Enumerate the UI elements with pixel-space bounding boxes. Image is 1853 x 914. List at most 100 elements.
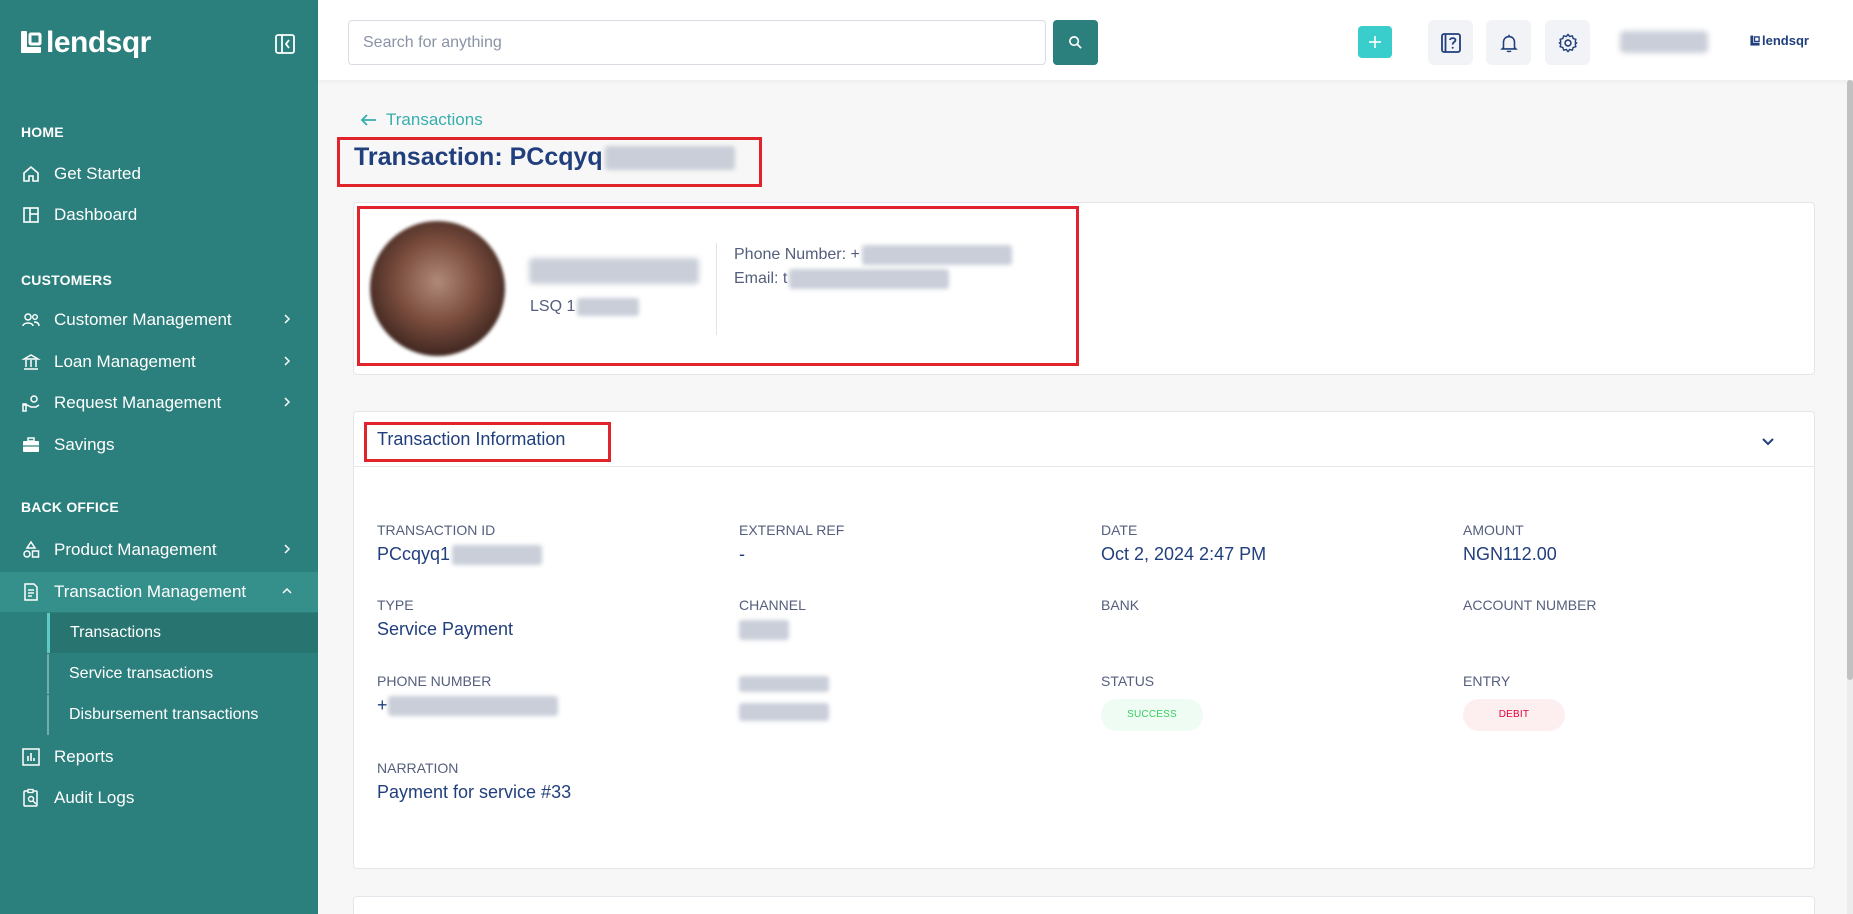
field-label: NARRATION bbox=[377, 760, 459, 776]
field-label: TYPE bbox=[377, 597, 414, 613]
org-logo: lendsqr bbox=[1750, 33, 1809, 48]
sidebar-item-label: Product Management bbox=[54, 540, 217, 559]
redacted-value bbox=[739, 703, 829, 721]
sidebar-subitem-service-transactions[interactable]: Service transactions bbox=[47, 654, 318, 694]
redacted-field-value bbox=[739, 703, 829, 721]
section-customers: CUSTOMERS bbox=[21, 272, 112, 288]
field-value: Oct 2, 2024 2:47 PM bbox=[1101, 544, 1267, 564]
sidebar-item-reports[interactable]: Reports bbox=[0, 737, 318, 777]
search-input[interactable] bbox=[348, 20, 1046, 65]
redacted-label bbox=[739, 675, 829, 693]
back-link-label: Transactions bbox=[386, 110, 483, 129]
redacted-value bbox=[387, 696, 558, 717]
field-bank: BANK bbox=[1101, 597, 1139, 619]
gear-icon bbox=[1558, 33, 1577, 52]
scrollbar-thumb[interactable] bbox=[1847, 80, 1853, 680]
field-value: Service Payment bbox=[377, 619, 514, 639]
transaction-id-value: PCcqyq1 bbox=[377, 544, 451, 564]
field-label: ENTRY bbox=[1463, 673, 1511, 689]
sidebar-item-label: Loan Management bbox=[54, 352, 196, 371]
field-label: CHANNEL bbox=[739, 597, 806, 613]
field-label: STATUS bbox=[1101, 673, 1155, 689]
sidebar-subitem-label: Transactions bbox=[70, 624, 161, 641]
sidebar-item-label: Dashboard bbox=[54, 205, 138, 224]
field-external-ref: EXTERNAL REF - bbox=[739, 522, 844, 565]
field-channel: CHANNEL bbox=[739, 597, 806, 641]
highlight-box-profile bbox=[357, 206, 1079, 366]
user-name-redacted[interactable] bbox=[1620, 31, 1708, 53]
section-back-office: BACK OFFICE bbox=[21, 499, 119, 515]
help-button[interactable] bbox=[1428, 20, 1473, 65]
chevron-right-icon bbox=[284, 314, 291, 324]
chevron-right-icon bbox=[284, 356, 291, 366]
field-label: AMOUNT bbox=[1463, 522, 1524, 538]
brand-logo[interactable]: lendsqr bbox=[20, 26, 151, 60]
field-value: - bbox=[739, 544, 745, 564]
sidebar-item-product-management[interactable]: Product Management bbox=[0, 530, 318, 570]
dashboard-icon bbox=[21, 205, 41, 225]
chevron-up-icon bbox=[282, 587, 292, 594]
sidebar-item-request-management[interactable]: Request Management bbox=[0, 383, 318, 423]
settings-button[interactable] bbox=[1545, 20, 1590, 65]
sidebar-subitem-label: Disbursement transactions bbox=[69, 706, 259, 723]
section-home: HOME bbox=[21, 124, 64, 140]
sidebar-item-customer-management[interactable]: Customer Management bbox=[0, 300, 318, 340]
sidebar-item-savings[interactable]: Savings bbox=[0, 425, 318, 465]
bar-chart-icon bbox=[21, 747, 41, 767]
hand-money-icon bbox=[21, 393, 41, 413]
add-button[interactable] bbox=[1358, 26, 1392, 58]
next-card bbox=[353, 896, 1815, 914]
briefcase-icon bbox=[21, 435, 41, 455]
sidebar-item-transaction-management[interactable]: Transaction Management bbox=[0, 572, 318, 612]
sidebar-subitem-transactions[interactable]: Transactions bbox=[47, 613, 318, 653]
field-transaction-id: TRANSACTION ID PCcqyq1 bbox=[377, 522, 543, 566]
field-status: STATUS SUCCESS bbox=[1101, 673, 1203, 731]
brand-name: lendsqr bbox=[46, 26, 151, 59]
lendsqr-logo-icon bbox=[21, 31, 42, 53]
transaction-information-card: Transaction Information TRANSACTION ID P… bbox=[353, 411, 1815, 869]
shapes-icon bbox=[21, 540, 41, 560]
sidebar: lendsqr HOME Get Started Dashboard CUSTO… bbox=[0, 0, 318, 914]
chevron-down-icon[interactable] bbox=[1760, 434, 1776, 450]
field-type: TYPE Service Payment bbox=[377, 597, 513, 640]
redacted-value bbox=[739, 620, 789, 641]
sidebar-item-label: Transaction Management bbox=[54, 582, 247, 601]
phone-number-value: + bbox=[377, 695, 388, 715]
field-label: DATE bbox=[1101, 522, 1138, 538]
arrow-left-icon bbox=[360, 114, 376, 126]
home-icon bbox=[21, 164, 41, 184]
field-value: + bbox=[377, 695, 558, 717]
sidebar-item-loan-management[interactable]: Loan Management bbox=[0, 342, 318, 382]
notifications-button[interactable] bbox=[1486, 20, 1531, 65]
search-icon bbox=[1069, 36, 1082, 49]
field-label: ACCOUNT NUMBER bbox=[1463, 597, 1597, 613]
field-label: TRANSACTION ID bbox=[377, 522, 496, 538]
field-value: PCcqyq1 bbox=[377, 544, 543, 566]
highlight-box-title bbox=[337, 137, 762, 187]
redacted-value bbox=[452, 545, 543, 566]
help-icon bbox=[1440, 32, 1461, 53]
sidebar-item-label: Request Management bbox=[54, 393, 222, 412]
sidebar-subitem-disbursement-transactions[interactable]: Disbursement transactions bbox=[47, 695, 318, 735]
field-account-number: ACCOUNT NUMBER bbox=[1463, 597, 1597, 619]
field-date: DATE Oct 2, 2024 2:47 PM bbox=[1101, 522, 1266, 565]
back-to-transactions-link[interactable]: Transactions bbox=[360, 110, 483, 130]
field-phone-number: PHONE NUMBER + bbox=[377, 673, 558, 717]
chevron-right-icon bbox=[284, 397, 291, 407]
sidebar-item-label: Savings bbox=[54, 435, 115, 454]
sidebar-item-audit-logs[interactable]: Audit Logs bbox=[0, 778, 318, 818]
field-amount: AMOUNT NGN112.00 bbox=[1463, 522, 1557, 565]
sidebar-collapse-icon[interactable] bbox=[274, 33, 296, 55]
field-narration: NARRATION Payment for service #33 bbox=[377, 760, 571, 803]
bank-icon bbox=[21, 352, 41, 372]
chevron-right-icon bbox=[284, 544, 291, 554]
highlight-box-section-title bbox=[364, 422, 611, 462]
field-value: Payment for service #33 bbox=[377, 782, 572, 802]
redacted-value bbox=[739, 675, 829, 692]
field-label: EXTERNAL REF bbox=[739, 522, 845, 538]
sidebar-item-get-started[interactable]: Get Started bbox=[0, 154, 318, 194]
search-button[interactable] bbox=[1053, 20, 1098, 65]
lendsqr-logo-icon bbox=[1750, 35, 1760, 46]
bell-icon bbox=[1499, 34, 1518, 52]
sidebar-item-dashboard[interactable]: Dashboard bbox=[0, 195, 318, 235]
